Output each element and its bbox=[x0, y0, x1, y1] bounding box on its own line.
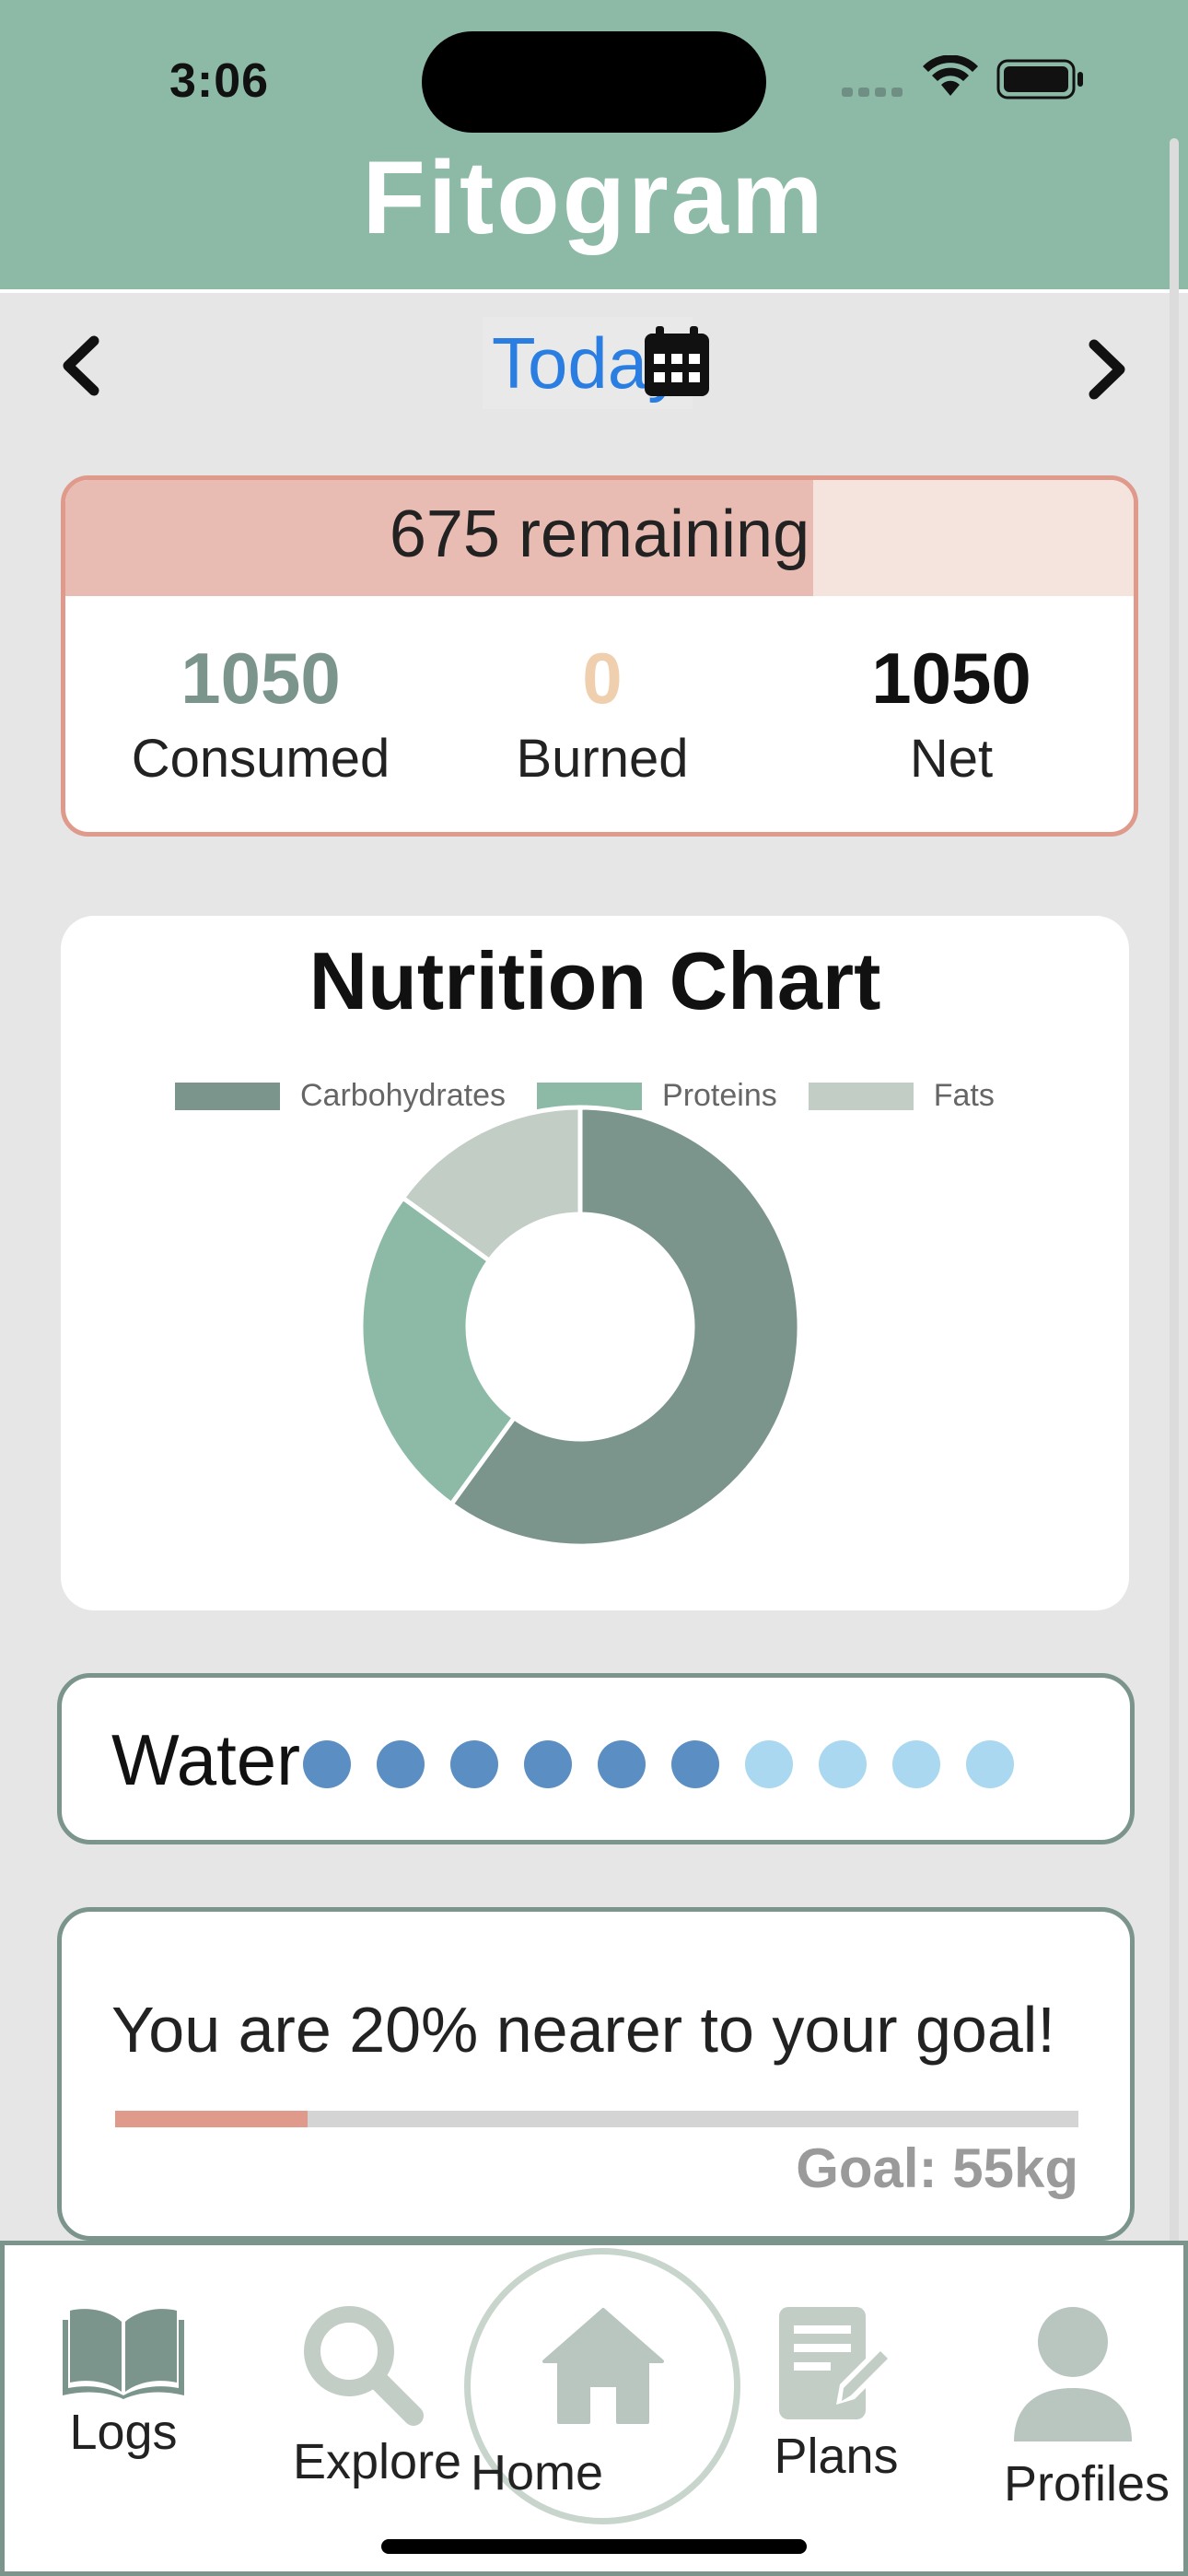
consumed-stat: 1050 Consumed bbox=[113, 637, 408, 790]
calorie-summary-card: 675 remaining 1050 Consumed 0 Burned 105… bbox=[61, 475, 1138, 837]
tab-label: Explore bbox=[293, 2434, 462, 2489]
tab-label: Logs bbox=[69, 2405, 178, 2460]
home-indicator[interactable] bbox=[381, 2539, 807, 2554]
water-glass-dot[interactable] bbox=[892, 1740, 940, 1788]
calendar-icon[interactable] bbox=[643, 324, 711, 398]
consumed-label: Consumed bbox=[131, 729, 390, 789]
chart-title: Nutrition Chart bbox=[309, 935, 881, 1026]
consumed-value: 1050 bbox=[181, 638, 341, 719]
burned-value: 0 bbox=[582, 638, 623, 719]
water-glass-dot[interactable] bbox=[303, 1740, 351, 1788]
goal-progress-fill bbox=[115, 2111, 309, 2127]
scrollbar[interactable] bbox=[1170, 138, 1179, 2257]
legend-swatch bbox=[808, 1082, 914, 1110]
water-glass-dot[interactable] bbox=[524, 1740, 572, 1788]
tab-home[interactable]: Home bbox=[464, 2248, 740, 2524]
chevron-left-icon[interactable] bbox=[55, 334, 111, 398]
user-icon bbox=[1014, 2307, 1132, 2441]
burned-stat: 0 Burned bbox=[455, 637, 750, 790]
net-value: 1050 bbox=[871, 638, 1031, 719]
tab-explore[interactable]: Explore bbox=[293, 2300, 462, 2490]
dynamic-island bbox=[422, 31, 766, 133]
tab-profiles[interactable]: Profiles bbox=[1004, 2303, 1171, 2512]
goal-progress-card: You are 20% nearer to your goal! Goal: 5… bbox=[57, 1907, 1135, 2241]
app-header: 3:06 Fitogram bbox=[0, 0, 1188, 293]
tab-label: Plans bbox=[774, 2429, 899, 2484]
water-label: Water bbox=[111, 1719, 301, 1800]
water-glass-dot[interactable] bbox=[598, 1740, 646, 1788]
water-glass-dot[interactable] bbox=[671, 1740, 719, 1788]
date-navigation: Today bbox=[0, 297, 1188, 426]
home-icon bbox=[542, 2308, 664, 2424]
legend-swatch bbox=[175, 1082, 280, 1110]
tab-label: Home bbox=[471, 2445, 604, 2500]
signal-icon bbox=[842, 85, 908, 101]
battery-icon bbox=[996, 59, 1083, 100]
tab-label: Profiles bbox=[1004, 2456, 1171, 2512]
water-tracker-card: Water bbox=[57, 1673, 1135, 1844]
nutrition-chart-card: Nutrition Chart Carbohydrates Proteins F… bbox=[61, 916, 1129, 1610]
water-glass-dot[interactable] bbox=[745, 1740, 793, 1788]
legend-item-fats[interactable]: Fats bbox=[808, 1078, 995, 1114]
calories-remaining: 675 remaining bbox=[389, 498, 810, 571]
water-glass-dot[interactable] bbox=[966, 1740, 1014, 1788]
wifi-icon bbox=[923, 55, 978, 96]
water-glasses bbox=[303, 1740, 1040, 1788]
burned-label: Burned bbox=[516, 729, 689, 789]
net-label: Net bbox=[909, 729, 994, 789]
status-time: 3:06 bbox=[169, 54, 270, 108]
edit-icon bbox=[779, 2307, 895, 2419]
water-glass-dot[interactable] bbox=[819, 1740, 867, 1788]
tab-plans[interactable]: Plans bbox=[772, 2303, 901, 2485]
book-icon bbox=[63, 2309, 184, 2399]
goal-progress-track bbox=[115, 2111, 1078, 2127]
legend-label: Fats bbox=[933, 1078, 995, 1113]
search-icon bbox=[304, 2306, 424, 2426]
chevron-right-icon[interactable] bbox=[1077, 337, 1133, 402]
water-glass-dot[interactable] bbox=[377, 1740, 425, 1788]
goal-message: You are 20% nearer to your goal! bbox=[111, 1994, 1055, 2066]
tab-logs[interactable]: Logs bbox=[59, 2303, 188, 2461]
goal-target: Goal: 55kg bbox=[796, 2137, 1078, 2199]
water-glass-dot[interactable] bbox=[450, 1740, 498, 1788]
nutrition-donut-chart bbox=[358, 1105, 802, 1549]
net-stat: 1050 Net bbox=[804, 637, 1099, 790]
app-title: Fitogram bbox=[362, 140, 826, 255]
